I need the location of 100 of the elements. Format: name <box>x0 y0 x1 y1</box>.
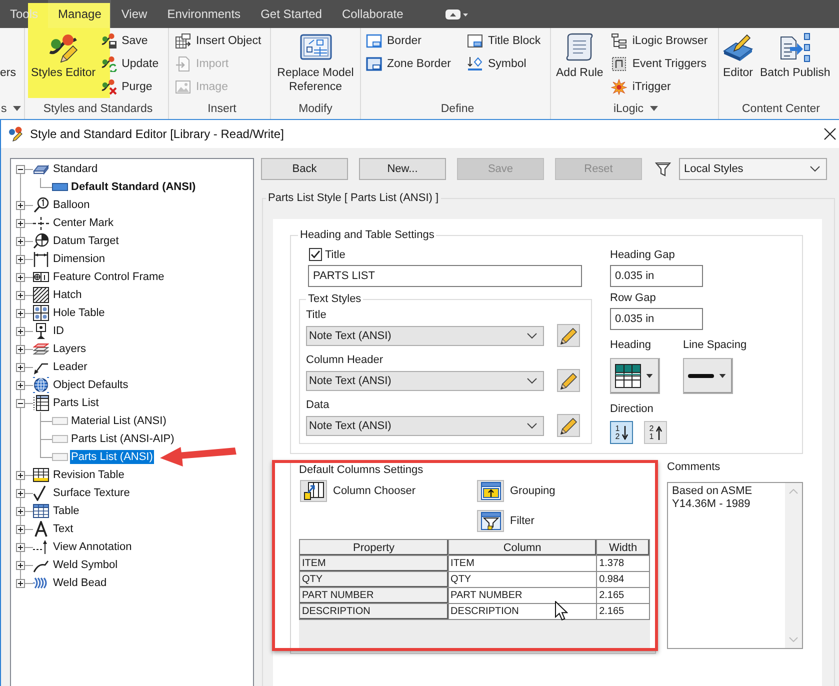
ribbon-button[interactable]: Event Triggers <box>610 52 710 75</box>
heading-gap-field[interactable]: 0.035 in <box>610 265 703 287</box>
table-cell[interactable]: 2.165 <box>596 588 650 604</box>
table-cell[interactable]: QTY <box>300 572 448 588</box>
panel-title[interactable]: Modify <box>298 100 334 116</box>
ribbon-button[interactable]: Batch Publish <box>759 28 832 98</box>
tree-item[interactable]: Parts List (ANSI-AIP) <box>70 432 176 446</box>
ribbon-button[interactable]: Editor <box>721 28 755 98</box>
expand-icon[interactable] <box>16 344 25 354</box>
ribbon-tab[interactable]: Collaborate <box>332 0 414 28</box>
ribbon-tab[interactable]: Manage <box>48 0 112 28</box>
table-cell[interactable]: ITEM <box>300 556 448 572</box>
checkbox[interactable] <box>309 248 322 261</box>
filter-icon[interactable] <box>655 161 671 177</box>
tree-item[interactable]: Parts List (ANSI) <box>70 450 154 464</box>
ribbon-button[interactable]: Purge <box>100 75 161 98</box>
tree-item[interactable]: Dimension <box>52 252 106 266</box>
expand-icon[interactable] <box>16 506 25 516</box>
tree-item[interactable]: Default Standard (ANSI) <box>70 180 197 194</box>
direction-button[interactable]: 1 2 <box>610 421 633 444</box>
table-cell[interactable]: PART NUMBER <box>448 588 597 604</box>
tool-button[interactable] <box>477 480 504 502</box>
expand-icon[interactable] <box>16 272 25 282</box>
expand-icon[interactable] <box>16 236 25 246</box>
edit-style-button[interactable] <box>557 414 580 437</box>
panel-title[interactable]: Styles and Standards <box>42 100 154 116</box>
ribbon-button[interactable]: iLogic Browser <box>610 29 710 52</box>
expand-icon[interactable] <box>16 362 25 372</box>
tree-item[interactable]: Surface Texture <box>52 486 131 500</box>
tree-item[interactable]: Center Mark <box>52 216 115 230</box>
tree-item[interactable]: Text <box>52 522 74 536</box>
expand-icon[interactable] <box>16 524 25 534</box>
toolbar-button[interactable]: Back <box>261 158 348 180</box>
panel-title[interactable]: Define <box>440 100 476 116</box>
expand-icon[interactable] <box>16 200 25 210</box>
ribbon-button[interactable]: Border <box>365 29 466 52</box>
tree-item[interactable]: Parts List <box>52 396 100 410</box>
tree-item[interactable]: Weld Symbol <box>52 558 119 572</box>
ribbon-button[interactable]: Title Block <box>466 29 543 52</box>
edit-style-button[interactable] <box>557 369 580 392</box>
table-cell[interactable]: 2.165 <box>596 604 650 620</box>
collapse-icon[interactable] <box>16 398 25 408</box>
line-spacing-button[interactable] <box>683 358 733 394</box>
tree-item[interactable]: ID <box>52 324 65 338</box>
ribbon-button[interactable]: ers <box>0 28 16 98</box>
style-dropdown[interactable]: Note Text (ANSI) <box>306 416 544 436</box>
ribbon-button[interactable]: Zone Border <box>365 52 466 75</box>
collapse-icon[interactable] <box>16 164 25 174</box>
panel-title[interactable]: iLogic <box>612 100 659 116</box>
ribbon-button[interactable]: Replace Model Reference <box>274 28 358 98</box>
title-field[interactable]: PARTS LIST <box>308 265 582 287</box>
expand-icon[interactable] <box>16 218 25 228</box>
tree-item[interactable]: Weld Bead <box>52 576 108 590</box>
ribbon-button[interactable]: Add Rule <box>553 28 606 98</box>
expand-icon[interactable] <box>16 254 25 264</box>
expand-icon[interactable] <box>16 308 25 318</box>
ribbon-tab[interactable]: Get Started <box>250 0 332 28</box>
ribbon-button[interactable]: iTrigger <box>610 75 710 98</box>
table-cell[interactable]: PART NUMBER <box>300 588 448 604</box>
expand-icon[interactable] <box>16 542 25 552</box>
expand-icon[interactable] <box>16 380 25 390</box>
table-cell[interactable]: QTY <box>448 572 597 588</box>
tree-item[interactable]: Datum Target <box>52 234 120 248</box>
table-cell[interactable]: 0.984 <box>596 572 650 588</box>
column-header[interactable]: Column <box>448 540 597 556</box>
expand-icon[interactable] <box>16 578 25 588</box>
tool-button[interactable] <box>300 480 327 502</box>
tree-item[interactable]: Leader <box>52 360 88 374</box>
ribbon-button[interactable]: Insert Object <box>174 29 264 52</box>
table-cell[interactable]: 1.378 <box>596 556 650 572</box>
edit-style-button[interactable] <box>557 324 580 347</box>
table-cell[interactable]: DESCRIPTION <box>300 604 448 620</box>
tree-item[interactable]: Hole Table <box>52 306 106 320</box>
style-dropdown[interactable]: Note Text (ANSI) <box>306 326 544 346</box>
expand-icon[interactable] <box>16 470 25 480</box>
panel-title[interactable]: s <box>0 100 22 116</box>
tree-item[interactable]: Table <box>52 504 80 518</box>
ribbon-button[interactable]: Update <box>100 52 161 75</box>
column-header[interactable]: Width <box>596 540 650 556</box>
tree-item[interactable]: View Annotation <box>52 540 133 554</box>
style-dropdown[interactable]: Note Text (ANSI) <box>306 370 544 390</box>
tool-button[interactable] <box>477 510 504 532</box>
row-gap-field[interactable]: 0.035 in <box>610 308 703 330</box>
direction-button[interactable]: 2 1 <box>644 421 667 444</box>
tree-item[interactable]: Feature Control Frame <box>52 270 166 284</box>
ribbon-button[interactable]: Symbol <box>466 52 543 75</box>
tree-item[interactable]: Object Defaults <box>52 378 130 392</box>
ribbon-button[interactable]: Save <box>100 29 161 52</box>
scrollbar[interactable] <box>785 483 802 648</box>
tree-item[interactable]: Balloon <box>52 198 91 212</box>
tree-item[interactable]: Standard <box>52 162 99 176</box>
tree-item[interactable]: Hatch <box>52 288 83 302</box>
panel-toggle-icon[interactable] <box>445 8 470 20</box>
column-header[interactable]: Property <box>300 540 448 556</box>
expand-icon[interactable] <box>16 290 25 300</box>
expand-icon[interactable] <box>16 326 25 336</box>
expand-icon[interactable] <box>16 560 25 570</box>
table-cell[interactable]: ITEM <box>448 556 597 572</box>
tree-item[interactable]: Material List (ANSI) <box>70 414 168 428</box>
tree-item[interactable]: Revision Table <box>52 468 126 482</box>
